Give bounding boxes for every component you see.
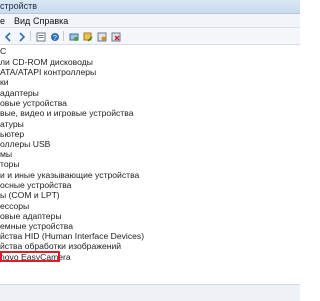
back-arrow-icon[interactable] [1,30,15,44]
window-title: стройств [0,1,38,11]
toolbar: ? [0,28,300,45]
update-driver-icon[interactable] [81,30,95,44]
selection-highlight [0,251,60,262]
tree-item[interactable]: C [0,46,6,57]
menu-item-view[interactable]: Вид [14,16,30,26]
forward-arrow-icon[interactable] [15,30,29,44]
menu-item-help[interactable]: Справка [33,16,68,26]
toolbar-separator [63,31,64,41]
svg-text:?: ? [53,35,57,42]
menu-bar: е Вид Справка [0,14,300,28]
tree-item[interactable]: ы (COM и LPT) [0,190,60,201]
help-icon[interactable]: ? [48,30,62,44]
tree-item[interactable]: торы [0,159,20,170]
tree-item[interactable]: вые, видео и игровые устройства [0,108,134,119]
status-bar [0,284,300,301]
tree-item[interactable]: ATA/ATAPI контроллеры [0,67,96,78]
device-tree: C ли CD-ROM дисководы ATA/ATAPI контролл… [0,46,300,266]
tree-item[interactable]: ки [0,77,9,88]
properties-icon[interactable] [34,30,48,44]
disable-device-icon[interactable] [95,30,109,44]
toolbar-separator [30,31,31,41]
scan-hardware-icon[interactable] [67,30,81,44]
title-bar: стройств [0,0,300,14]
uninstall-device-icon[interactable] [109,30,123,44]
menu-item-action[interactable]: е [0,16,5,26]
